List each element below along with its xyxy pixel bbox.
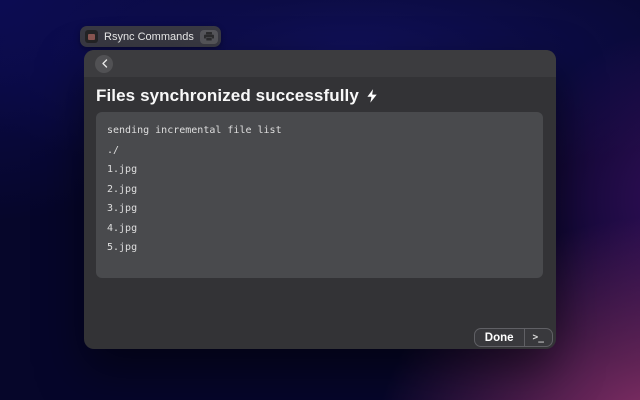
back-button[interactable] (95, 54, 113, 73)
main-window: Files synchronized successfully sending … (84, 50, 556, 349)
terminal-line: 1.jpg (107, 164, 138, 175)
footer-button-group: Done >_ (473, 328, 553, 347)
window-header (84, 50, 556, 77)
window-tab[interactable]: Rsync Commands (80, 26, 221, 47)
terminal-line: 3.jpg (107, 203, 138, 214)
terminal-line: 5.jpg (107, 242, 138, 253)
done-button[interactable]: Done (475, 329, 524, 346)
terminal-output[interactable]: sending incremental file list ./ 1.jpg 2.jp… (96, 112, 543, 278)
tab-title: Rsync Commands (104, 30, 194, 43)
terminal-line: sending incremental file list (107, 125, 282, 136)
terminal-line: 4.jpg (107, 222, 138, 234)
title-text: Files synchronized successfully (96, 86, 359, 105)
page-title: Files synchronized successfully (96, 86, 544, 106)
printer-icon[interactable] (199, 29, 218, 44)
chevron-left-icon (101, 59, 107, 68)
terminal-line: sent 456,275 bytes received 114 bytes 91… (107, 277, 532, 278)
terminal-button[interactable]: >_ (523, 329, 552, 346)
app-icon (85, 30, 98, 43)
terminal-line: 2.jpg (107, 183, 138, 195)
printer-glyph (203, 32, 214, 41)
terminal-line: ./ (107, 144, 120, 156)
lightning-bolt-icon (366, 87, 378, 105)
